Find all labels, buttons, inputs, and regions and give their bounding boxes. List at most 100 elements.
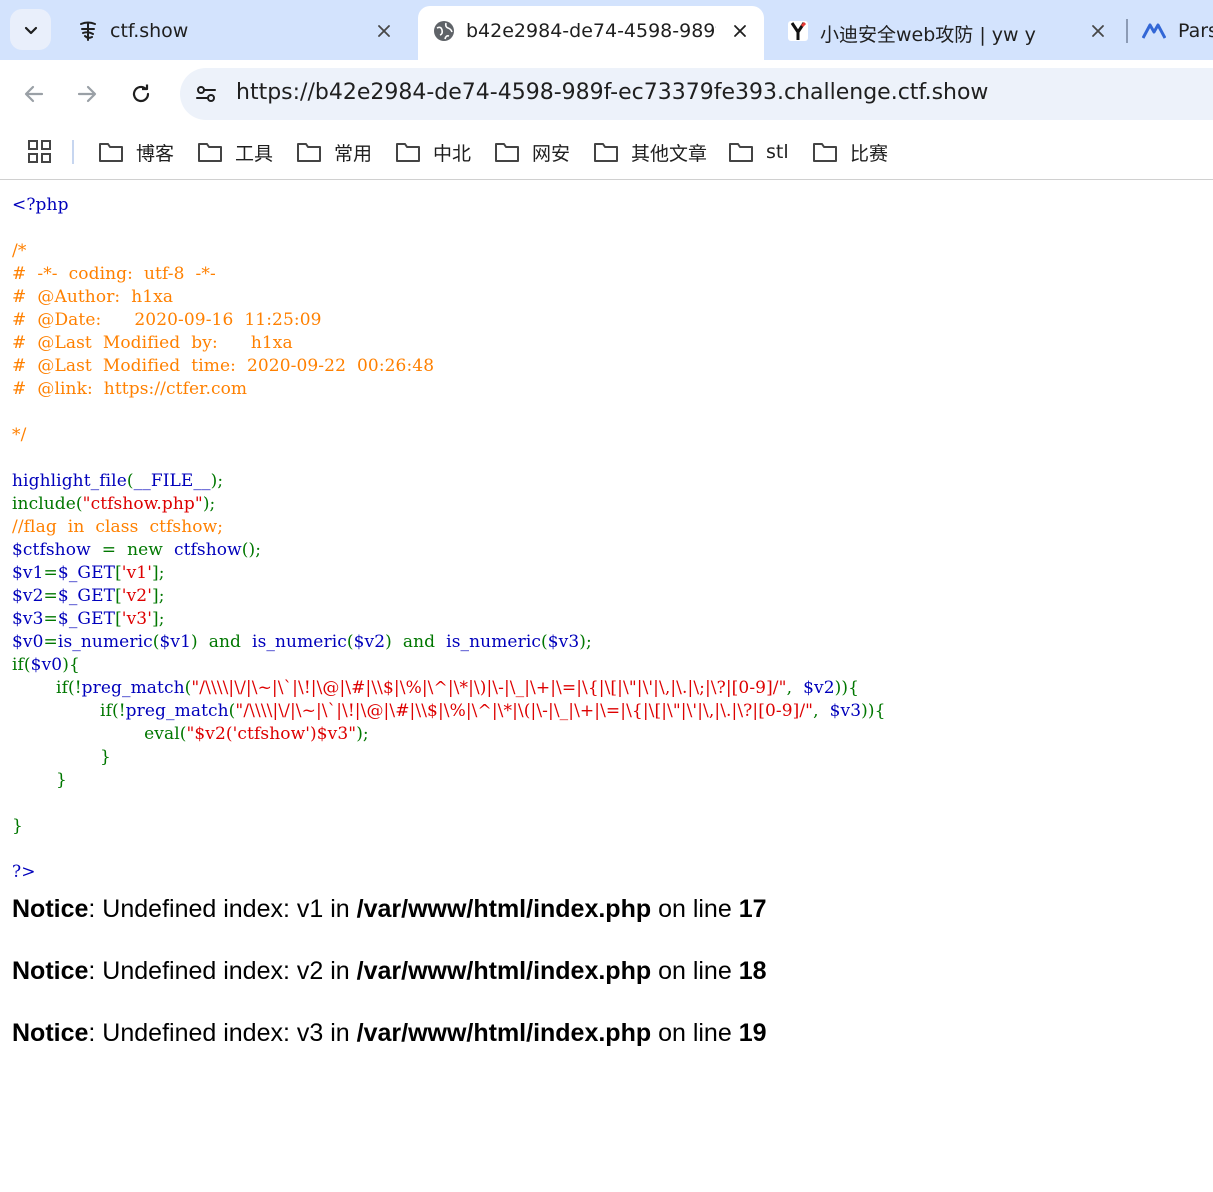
bookmark-item[interactable]: 工具 [197,137,273,167]
tab-close-icon[interactable] [372,19,396,43]
notice-list: Notice : Undefined index: v1 in /var/www/… [12,894,1212,1080]
folder-icon [99,143,123,162]
arrow-left-icon [24,85,44,103]
notice-message: : Undefined index: v1 in [88,895,357,923]
code-line: } [12,746,1212,769]
notice-label: Notice [12,1019,89,1047]
code-token: = [43,632,58,652]
tab-challenge[interactable]: b42e2984-de74-4598-989f-e [418,6,764,60]
code-token: } [12,770,67,790]
tab-pars[interactable]: Pars [1130,6,1213,60]
site-info-button[interactable] [188,76,224,112]
code-token: } [12,747,111,767]
code-line: # @Date: 2020-09-16 11:25:09 [12,309,1212,332]
tab-title: Pars [1178,20,1213,42]
address-bar[interactable]: https://b42e2984-de74-4598-989f-ec73379f… [180,68,1213,120]
code-token: "/\\\\|\/|\~|\`|\!|\@|\#|\\$|\%|\^|\*|\(… [235,701,814,721]
code-token: eval( [12,724,187,744]
tab-xiaodi[interactable]: 小迪安全web攻防 | yw y [772,6,1120,60]
bookmark-item[interactable]: 常用 [296,137,372,167]
tab-title: ctf.show [110,20,189,42]
code-token: )){ [834,678,860,698]
code-token: [ [115,586,122,606]
code-token: 'v1' [121,563,152,583]
notice-line-number: 19 [738,1019,767,1047]
url-text[interactable]: https://b42e2984-de74-4598-989f-ec73379f… [236,80,988,105]
code-token: ) and [191,632,253,652]
code-token: /* [12,241,27,261]
code-token: # @Author: h1xa [12,287,174,307]
tab-close-icon[interactable] [728,19,752,43]
code-token: preg_match [125,701,229,721]
tab-title: 小迪安全web攻防 | yw y [820,24,1036,46]
code-line: if(!preg_match("/\\\\|\/|\~|\`|\!|\@|\#|… [12,677,1212,700]
tune-icon [196,86,216,102]
code-token: $v0 [12,632,44,652]
code-token: <?php [12,195,69,215]
code-token: $v3 [12,609,44,629]
code-token: $_GET [57,609,116,629]
php-notice: Notice: Undefined index: v3 in /var/www/… [12,1018,1212,1080]
forward-button[interactable] [67,74,107,114]
php-source-code: <?php /* # -*- coding: utf-8 -*- # @Author:… [12,194,1212,884]
tab-search-button[interactable] [10,9,51,50]
code-token: include( [12,494,83,514]
code-token: , [813,701,830,721]
reload-icon [132,84,150,103]
code-line: //flag in class ctfshow; [12,516,1212,539]
code-token: ) and [385,632,447,652]
notice-line-number: 18 [738,957,767,985]
folder-icon [396,143,420,162]
code-token: [ [115,609,122,629]
notice-message: : Undefined index: v2 in [88,957,357,985]
code-line: ?> [12,861,1212,884]
code-token: ); [356,724,369,744]
code-token: if(! [12,678,82,698]
apps-grid-icon[interactable] [26,138,54,166]
code-token: = [43,586,58,606]
code-token: # @Date: 2020-09-16 11:25:09 [12,310,322,330]
bookmark-item[interactable]: 网安 [494,137,570,167]
tab-close-icon[interactable] [1086,19,1110,43]
tab-strip: ctf.show b42e2984-de74-4598-989f-e 小迪安全w… [0,0,1213,60]
code-token: if(! [12,701,126,721]
code-token: 'v3' [121,609,152,629]
code-token: $v1 [159,632,192,652]
notice-file-path: /var/www/html/index.php [356,1019,652,1047]
code-token: )){ [861,701,886,721]
code-token: ( [126,471,134,491]
php-notice: Notice: Undefined index: v2 in /var/www/… [12,956,1212,1018]
tab-ctfshow[interactable]: ctf.show [62,6,410,60]
chevron-down-icon [24,26,37,34]
code-line: highlight_file(__FILE__); [12,470,1212,493]
tab-title: b42e2984-de74-4598-989f-e [466,20,716,42]
bookmark-item[interactable]: stl [728,137,789,167]
arrow-right-icon [77,85,97,103]
mountain-logo-icon [1142,19,1166,43]
code-token: is_numeric [446,632,541,652]
code-line: $v1=$_GET['v1']; [12,562,1212,585]
code-line: <?php [12,194,1212,217]
bookmark-item[interactable]: 中北 [395,137,471,167]
bookmark-item[interactable]: 博客 [98,137,174,167]
code-token: = new [101,540,174,560]
bookmarks-bar: 博客 工具 常用 中北 网安 其他文章 stl 比赛 [0,128,1213,180]
reload-button[interactable] [121,74,161,114]
code-line: include("ctfshow.php"); [12,493,1212,516]
bookmark-item[interactable]: 其他文章 [593,137,707,167]
bookmark-label: stl [766,141,789,163]
page-content: <?php /* # -*- coding: utf-8 -*- # @Author:… [12,194,1212,1080]
back-button[interactable] [14,74,54,114]
code-token: $v3 [547,632,580,652]
code-line: */ [12,424,1212,447]
code-line: } [12,815,1212,838]
bookmark-item[interactable]: 比赛 [812,137,888,167]
folder-icon [297,143,321,162]
folder-icon [495,143,519,162]
code-line: $v0=is_numeric($v1) and is_numeric($v2) … [12,631,1212,654]
ctfshow-icon [76,19,100,43]
notice-on-line: on line [651,957,739,985]
